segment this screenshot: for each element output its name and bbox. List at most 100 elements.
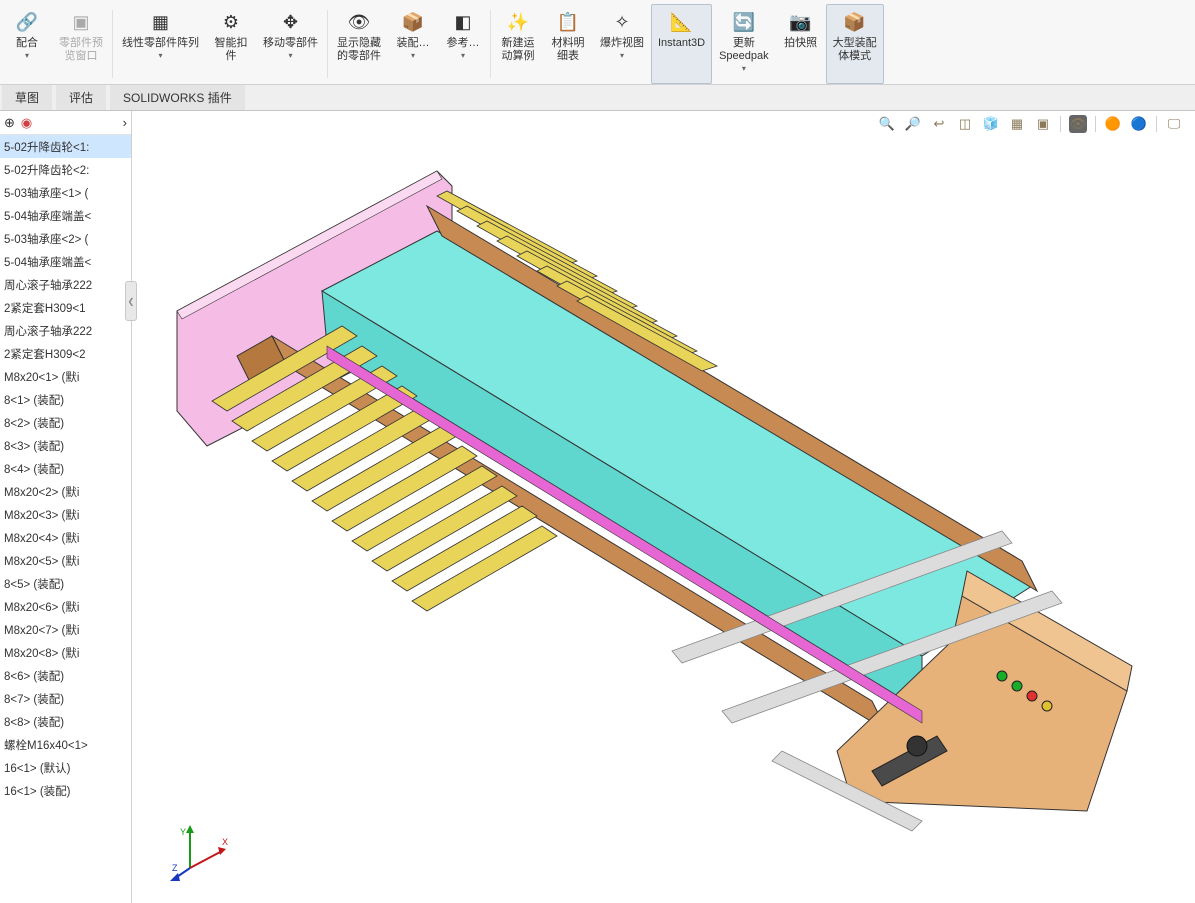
tree-item[interactable]: 5-02升降齿轮<2: (0, 158, 131, 181)
tree-item[interactable]: 8<8> (装配) (0, 710, 131, 733)
show-icon: 👁 (346, 9, 372, 35)
pattern-icon: ▦ (148, 9, 174, 35)
tab-addins[interactable]: SOLIDWORKS 插件 (110, 84, 245, 110)
apply-scene-icon[interactable]: 🔵 (1130, 115, 1148, 133)
display-style-icon[interactable]: ▦ (1008, 115, 1026, 133)
fastener-icon: ⚙ (218, 9, 244, 35)
hide-show-icon[interactable]: ▣ (1034, 115, 1052, 133)
chevron-down-icon: ▾ (411, 51, 415, 60)
tree-item[interactable]: 5-04轴承座端盖< (0, 204, 131, 227)
zoom-area-icon[interactable]: 🔎 (904, 115, 922, 133)
tree-item[interactable]: 5-04轴承座端盖< (0, 250, 131, 273)
chevron-down-icon: ▾ (25, 51, 29, 60)
speedpak-icon: 🔄 (731, 9, 757, 35)
origin-icon[interactable]: ⊕ (4, 115, 15, 131)
ribbon-assembly[interactable]: 📦 装配… ▾ (388, 4, 438, 84)
ribbon-preview-window[interactable]: ▣ 零部件预 览窗口 (52, 4, 110, 84)
motion-icon: ✨ (505, 9, 531, 35)
tree-item[interactable]: M8x20<5> (默i (0, 549, 131, 572)
separator (490, 10, 491, 78)
tree-item[interactable]: 8<7> (装配) (0, 687, 131, 710)
tree-item[interactable]: M8x20<6> (默i (0, 595, 131, 618)
ribbon-move-component[interactable]: ✥ 移动零部件 ▾ (256, 4, 325, 84)
move-icon: ✥ (278, 9, 304, 35)
tree-item[interactable]: M8x20<1> (默i (0, 365, 131, 388)
tree-item[interactable]: 8<2> (装配) (0, 411, 131, 434)
tree-item[interactable]: 螺栓M16x40<1> (0, 733, 131, 756)
tree-item[interactable]: M8x20<4> (默i (0, 526, 131, 549)
tree-item[interactable]: 周心滚子轴承222 (0, 273, 131, 296)
tree-item[interactable]: 8<3> (装配) (0, 434, 131, 457)
ribbon-large-label: 大型装配 体模式 (833, 37, 877, 63)
tree-item[interactable]: 2紧定套H309<2 (0, 342, 131, 365)
ribbon-smart-fastener[interactable]: ⚙ 智能扣 件 (206, 4, 256, 84)
ribbon-large-assembly[interactable]: 📦 大型装配 体模式 (826, 4, 884, 84)
tree-item[interactable]: 8<5> (装配) (0, 572, 131, 595)
ribbon-reference[interactable]: ◧ 参考… ▾ (438, 4, 488, 84)
tree-item[interactable]: M8x20<2> (默i (0, 480, 131, 503)
ribbon-snapshot[interactable]: 📷 拍快照 (776, 4, 826, 84)
zoom-to-fit-icon[interactable]: 🔍 (878, 115, 896, 133)
triad-y-label: Y (180, 827, 186, 837)
large-assembly-icon: 📦 (842, 9, 868, 35)
ribbon-mate-label: 配合 (16, 37, 38, 50)
orientation-triad[interactable]: Y X Z (170, 823, 232, 885)
chevron-down-icon: ▾ (158, 51, 162, 60)
tree-item[interactable]: 8<4> (装配) (0, 457, 131, 480)
ribbon-bom[interactable]: 📋 材料明 细表 (543, 4, 593, 84)
ribbon-new-motion[interactable]: ✨ 新建运 动算例 (493, 4, 543, 84)
preview-icon: ▣ (68, 9, 94, 35)
tree-item[interactable]: 5-03轴承座<1> ( (0, 181, 131, 204)
ribbon-linear-label: 线性零部件阵列 (122, 37, 199, 50)
tree-item[interactable]: 5-02升降齿轮<1: (0, 135, 131, 158)
view-settings-icon[interactable]: 🖵 (1165, 115, 1183, 133)
view-orientation-icon[interactable]: 🧊 (982, 115, 1000, 133)
separator (1095, 116, 1096, 132)
chevron-down-icon: ▾ (288, 51, 292, 60)
chevron-down-icon: ▾ (620, 51, 624, 60)
appearance-icon[interactable]: ◉ (21, 115, 32, 131)
tree-item[interactable]: M8x20<3> (默i (0, 503, 131, 526)
tree-item[interactable]: 5-03轴承座<2> ( (0, 227, 131, 250)
tree-item[interactable]: 8<6> (装配) (0, 664, 131, 687)
ribbon-speedpak-label: 更新 Speedpak (719, 37, 769, 63)
tree-scroll-thumb[interactable]: ❮ (125, 281, 137, 321)
section-view-icon[interactable]: ◫ (956, 115, 974, 133)
feature-tree-panel: ⊕ ◉ › 5-02升降齿轮<1:5-02升降齿轮<2:5-03轴承座<1> (… (0, 111, 132, 903)
content-area: ⊕ ◉ › 5-02升降齿轮<1:5-02升降齿轮<2:5-03轴承座<1> (… (0, 111, 1195, 903)
assembly-icon: 📦 (400, 9, 426, 35)
previous-view-icon[interactable]: ↩ (930, 115, 948, 133)
tree-item[interactable]: 16<1> (装配) (0, 779, 131, 802)
tab-sketch[interactable]: 草图 (2, 84, 52, 110)
ribbon-show-label: 显示隐藏 的零部件 (337, 37, 381, 63)
ribbon-show-hidden[interactable]: 👁 显示隐藏 的零部件 (330, 4, 388, 84)
tree-item[interactable]: 2紧定套H309<1 (0, 296, 131, 319)
bom-icon: 📋 (555, 9, 581, 35)
chevron-down-icon: ▾ (461, 51, 465, 60)
tree-item[interactable]: 8<1> (装配) (0, 388, 131, 411)
tree-item[interactable]: 16<1> (默认) (0, 756, 131, 779)
ribbon-assembly-label: 装配… (397, 37, 430, 50)
triad-x-label: X (222, 837, 228, 847)
ribbon-exploded-view[interactable]: ✧ 爆炸视图 ▾ (593, 4, 651, 84)
tree-item[interactable]: M8x20<8> (默i (0, 641, 131, 664)
instant3d-icon: 📐 (669, 9, 695, 35)
ribbon-instant3d[interactable]: 📐 Instant3D (651, 4, 712, 84)
visibility-icon[interactable]: 👁 (1069, 115, 1087, 133)
ribbon-update-speedpak[interactable]: 🔄 更新 Speedpak ▾ (712, 4, 776, 84)
separator (327, 10, 328, 78)
feature-tree[interactable]: 5-02升降齿轮<1:5-02升降齿轮<2:5-03轴承座<1> (5-04轴承… (0, 135, 131, 903)
separator (1060, 116, 1061, 132)
expand-right-icon[interactable]: › (123, 115, 127, 130)
ribbon-toolbar: 🔗 配合 ▾ ▣ 零部件预 览窗口 ▦ 线性零部件阵列 ▾ ⚙ 智能扣 件 ✥ … (0, 0, 1195, 85)
ribbon-motion-label: 新建运 动算例 (502, 37, 535, 63)
edit-appearance-icon[interactable]: 🟠 (1104, 115, 1122, 133)
ribbon-mate[interactable]: 🔗 配合 ▾ (2, 4, 52, 84)
separator (1156, 116, 1157, 132)
tree-item[interactable]: 周心滚子轴承222 (0, 319, 131, 342)
ribbon-fastener-label: 智能扣 件 (215, 37, 248, 63)
tab-evaluate[interactable]: 评估 (56, 84, 106, 110)
tree-item[interactable]: M8x20<7> (默i (0, 618, 131, 641)
ribbon-linear-pattern[interactable]: ▦ 线性零部件阵列 ▾ (115, 4, 206, 84)
graphics-viewport[interactable]: 🔍 🔎 ↩ ◫ 🧊 ▦ ▣ 👁 🟠 🔵 🖵 (132, 111, 1195, 903)
